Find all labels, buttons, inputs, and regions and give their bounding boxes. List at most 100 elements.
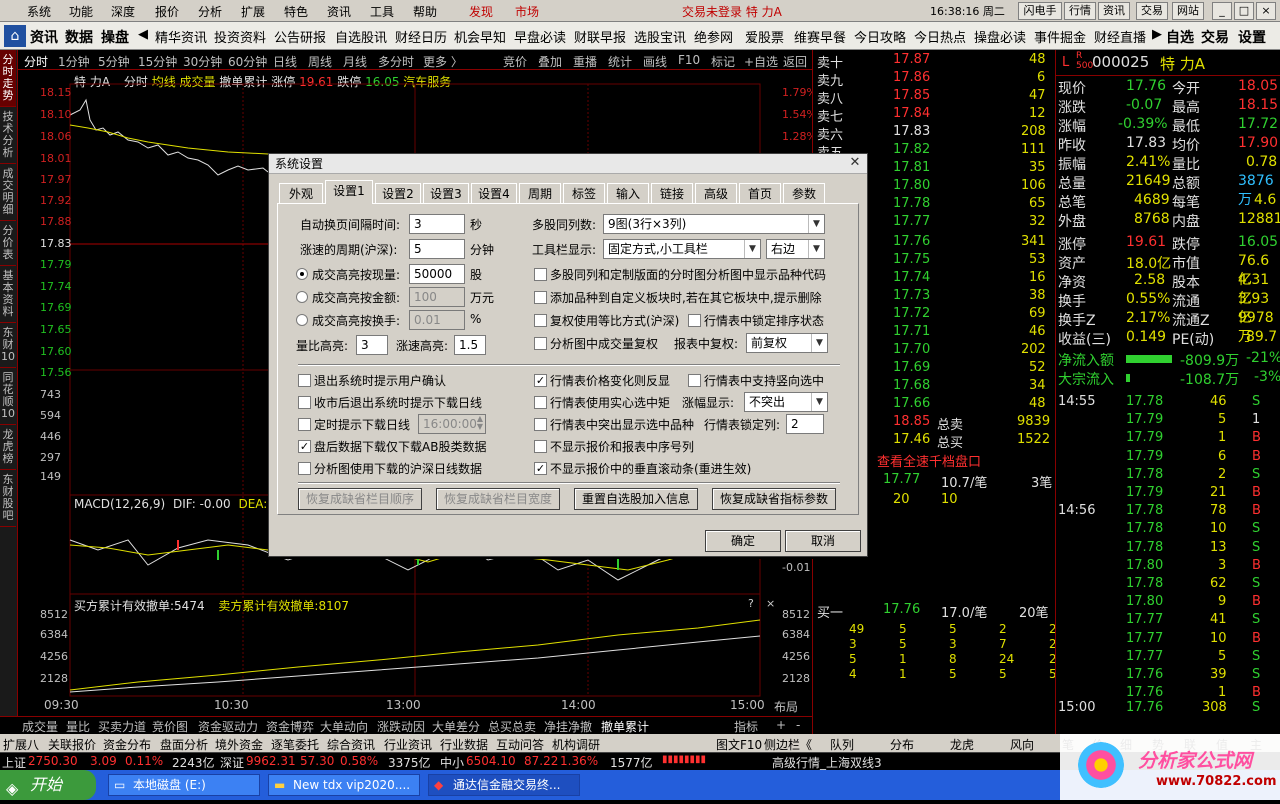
menu-news[interactable]: 资讯 (327, 3, 351, 20)
home-icon[interactable]: ⌂ (4, 25, 26, 47)
period-15m[interactable]: 15分钟 (138, 53, 177, 70)
left-tab-dc10[interactable]: 东财10 (0, 323, 16, 368)
toolbar-item-6[interactable]: 早盘必读 (514, 27, 566, 46)
tool-stats[interactable]: 统计 (608, 53, 632, 70)
tab-settings1[interactable]: 设置1 (325, 180, 373, 204)
fast-period-input[interactable]: 5 (409, 239, 465, 259)
tool-overlay[interactable]: 叠加 (538, 53, 562, 70)
tab-home[interactable]: 首页 (739, 183, 781, 203)
hide-index-checkbox[interactable] (534, 440, 547, 453)
chevron-left-icon[interactable]: ◀ (138, 27, 148, 42)
flash-button[interactable]: 闪电手 (1018, 2, 1062, 20)
sell-level-row[interactable]: 卖九 17.86 6 (813, 70, 1056, 89)
hl-amt-radio[interactable] (296, 291, 308, 303)
status-tab[interactable]: 队列 (830, 736, 854, 753)
tool-auction[interactable]: 竞价 (503, 53, 527, 70)
left-tab-technical[interactable]: 技术分析 (0, 107, 16, 164)
status-tab[interactable]: 资金分布 (103, 736, 151, 753)
toolbar-news[interactable]: 资讯 (30, 27, 58, 47)
left-tab-trades[interactable]: 成交明细 (0, 164, 16, 221)
ind-tab-fund-game[interactable]: 资金博弈 (266, 718, 314, 735)
period-5m[interactable]: 5分钟 (98, 53, 130, 70)
menu-tools[interactable]: 工具 (370, 3, 394, 20)
help-icon[interactable]: ? (748, 597, 754, 610)
status-tab[interactable]: 扩展八 (3, 736, 39, 753)
highlight-selected-checkbox[interactable] (534, 418, 547, 431)
amp-display-select[interactable]: 不突出 ▼ (744, 392, 828, 412)
menu-extend[interactable]: 扩展 (241, 3, 265, 20)
sz-label[interactable]: 深证 (220, 754, 244, 771)
toolbar-item-9[interactable]: 绝参网 (694, 27, 733, 46)
toolbar-watchlist[interactable]: 自选 (1166, 27, 1194, 47)
hl-turn-radio[interactable] (296, 314, 308, 326)
sell-level-row[interactable]: 卖六 17.83 208 (813, 124, 1056, 143)
hl-vol-input[interactable]: 50000 (409, 264, 465, 284)
status-tab[interactable]: 综合资讯 (327, 736, 375, 753)
toolbar-settings[interactable]: 设置 (1238, 27, 1266, 47)
menu-market[interactable]: 市场 (515, 3, 539, 20)
toolbar-item-7[interactable]: 财联早报 (574, 27, 626, 46)
news-button[interactable]: 资讯 (1098, 2, 1130, 20)
left-tab-dragon[interactable]: 龙虎榜 (0, 425, 16, 470)
menu-help[interactable]: 帮助 (413, 3, 437, 20)
toolbar-item-0[interactable]: 精华资讯 (155, 27, 207, 46)
vert-select-checkbox[interactable] (688, 374, 701, 387)
tab-settings2[interactable]: 设置2 (375, 183, 421, 203)
toolbar-item-11[interactable]: 维赛早餐 (794, 27, 846, 46)
maximize-icon[interactable]: □ (1234, 2, 1254, 20)
sell-level-row[interactable]: 卖八 17.85 47 (813, 88, 1056, 107)
close-icon[interactable]: ✕ (847, 155, 863, 171)
quote-button[interactable]: 行情 (1064, 2, 1096, 20)
ind-tab-big-diff[interactable]: 大单差分 (432, 718, 480, 735)
tab-appearance[interactable]: 外观 (279, 183, 323, 203)
restore-width-button[interactable]: 恢复成缺省栏目宽度 (436, 488, 560, 510)
status-tab[interactable]: 风向 (1010, 736, 1034, 753)
tab-advanced[interactable]: 高级 (695, 183, 737, 203)
cancel-button[interactable]: 取消 (785, 530, 861, 552)
ok-button[interactable]: 确定 (705, 530, 781, 552)
tab-period[interactable]: 周期 (519, 183, 561, 203)
toolbar-item-14[interactable]: 操盘必读 (974, 27, 1026, 46)
hl-amt-input[interactable]: 100 (409, 287, 465, 307)
lock-sort-checkbox[interactable] (688, 314, 701, 327)
exit-confirm-checkbox[interactable] (298, 374, 311, 387)
timer-download-checkbox[interactable] (298, 418, 311, 431)
period-month[interactable]: 月线 (343, 53, 367, 70)
menu-analysis[interactable]: 分析 (198, 3, 222, 20)
toolbar-item-2[interactable]: 公告研报 (274, 27, 326, 46)
chevron-right-icon[interactable]: ▶ (1152, 27, 1162, 42)
toolbar-item-10[interactable]: 爱股票 (745, 27, 784, 46)
toolbar-item-13[interactable]: 今日热点 (914, 27, 966, 46)
period-day[interactable]: 日线 (273, 53, 297, 70)
ind-tab-cause[interactable]: 涨跌动因 (377, 718, 425, 735)
sh-label[interactable]: 上证 (2, 754, 26, 771)
status-tab[interactable]: 侧边栏《 (764, 736, 812, 753)
status-tab[interactable]: 龙虎 (950, 736, 974, 753)
menu-quote[interactable]: 报价 (155, 3, 179, 20)
left-tab-ths10[interactable]: 同花顺10 (0, 368, 16, 425)
restore-order-button[interactable]: 恢复成缺省栏目顺序 (298, 488, 422, 510)
tool-mark[interactable]: 标记 (711, 53, 735, 70)
dialog-title[interactable]: 系统设置 (269, 154, 867, 174)
minus-icon[interactable]: - (796, 718, 800, 732)
website-button[interactable]: 网站 (1172, 2, 1204, 20)
status-tab[interactable]: 关联报价 (48, 736, 96, 753)
multi-stock-select[interactable]: 9图(3行×3列) ▼ (603, 214, 825, 234)
ind-tab-fund-drive[interactable]: 资金驱动力 (198, 718, 258, 735)
status-tab[interactable]: 图文F10 (716, 736, 762, 753)
period-30m[interactable]: 30分钟 (183, 53, 222, 70)
auto-page-input[interactable]: 3 (409, 214, 465, 234)
menu-special[interactable]: 特色 (284, 3, 308, 20)
report-adjust-select[interactable]: 前复权 ▼ (746, 333, 828, 353)
start-button[interactable]: ◈ 开始 (0, 770, 96, 800)
status-tab[interactable]: 分布 (890, 736, 914, 753)
tab-settings3[interactable]: 设置3 (423, 183, 469, 203)
ind-tab-auction[interactable]: 竞价图 (152, 718, 188, 735)
hl-vol-radio[interactable] (296, 268, 308, 280)
close-icon[interactable]: × (1256, 2, 1276, 20)
tab-input[interactable]: 输入 (607, 183, 649, 203)
taskbar-item-tdx[interactable]: ◆ 通达信金融交易终... (428, 774, 580, 796)
period-week[interactable]: 周线 (308, 53, 332, 70)
ind-tab-net[interactable]: 净挂净撤 (544, 718, 592, 735)
status-tab[interactable]: 行业资讯 (384, 736, 432, 753)
